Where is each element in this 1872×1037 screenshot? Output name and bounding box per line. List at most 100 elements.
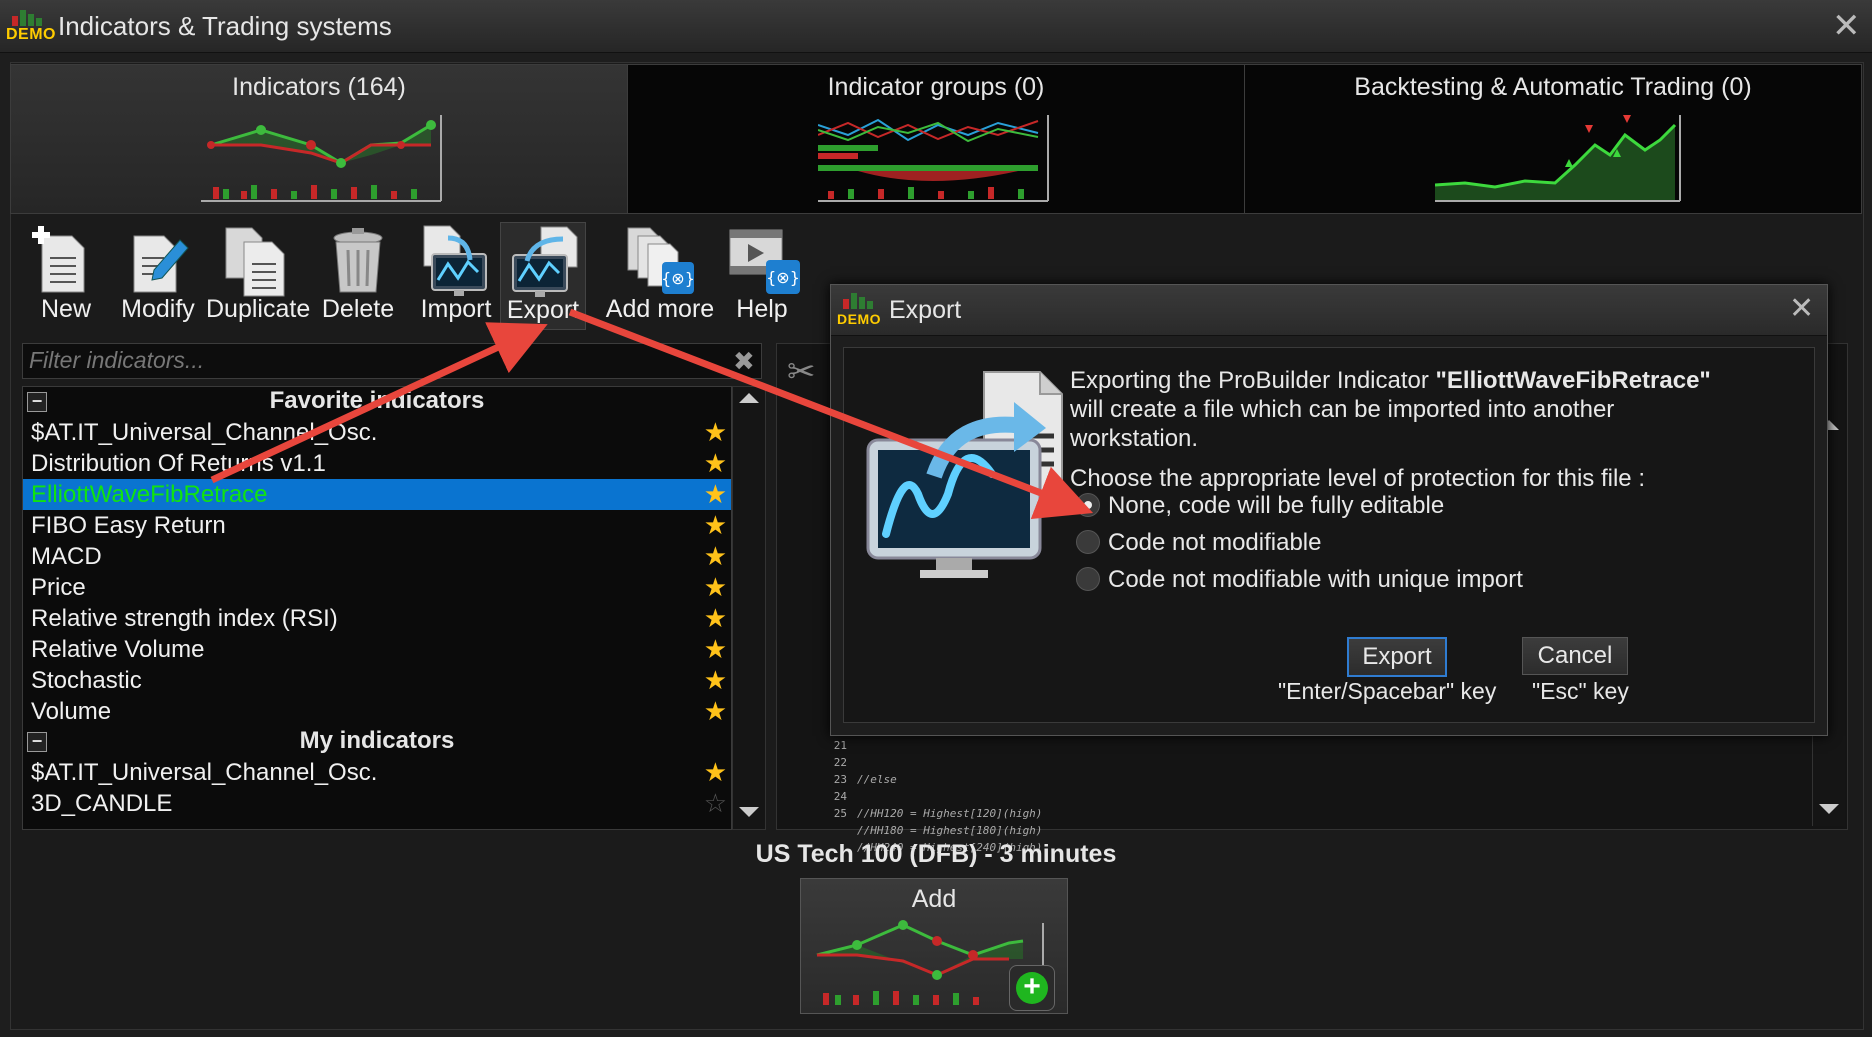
duplicate-button[interactable]: Duplicate <box>206 222 311 328</box>
demo-label: DEMO <box>6 26 56 43</box>
help-button[interactable]: {⊗} Help <box>722 222 802 328</box>
add-more-icon: {⊗} <box>627 227 695 294</box>
scroll-down-icon[interactable] <box>739 807 759 817</box>
radio-icon[interactable] <box>1076 529 1100 554</box>
add-plus-icon[interactable]: + <box>1009 965 1055 1011</box>
star-icon[interactable]: ★ <box>704 698 727 724</box>
filter-input[interactable] <box>23 344 735 376</box>
radio-option-unique-import[interactable]: Code not modifiable with unique import <box>1076 562 1523 598</box>
demo-logo: DEMO <box>6 6 56 51</box>
star-icon[interactable]: ★ <box>704 667 727 693</box>
list-item[interactable]: FIBO Easy Return ★ <box>23 510 731 541</box>
export-key-hint: "Enter/Spacebar" key <box>1278 678 1497 704</box>
trash-icon <box>333 228 383 293</box>
clear-filter-icon[interactable]: ✖ <box>733 346 755 377</box>
favorites-header-label: Favorite indicators <box>269 387 485 414</box>
code-line-number: 23 <box>833 773 847 786</box>
dialog-title: Export <box>889 296 962 324</box>
collapse-icon[interactable]: − <box>27 732 47 752</box>
list-item[interactable]: Relative strength index (RSI) ★ <box>23 603 731 634</box>
svg-text:{⊗}: {⊗} <box>766 268 800 287</box>
list-item[interactable]: $AT.IT_Universal_Channel_Osc. ★ <box>23 417 731 448</box>
cancel-key-hint: "Esc" key <box>1532 678 1629 704</box>
collapse-icon[interactable]: − <box>27 392 47 412</box>
add-indicator-button[interactable]: Add + <box>800 878 1068 1014</box>
close-icon[interactable]: ✕ <box>1832 6 1861 46</box>
radio-option-not-modifiable[interactable]: Code not modifiable <box>1076 525 1321 561</box>
star-icon[interactable]: ★ <box>704 759 727 785</box>
code-line: //HH180 = Highest[180](high) <box>857 824 1043 837</box>
list-item-label: Volume <box>31 698 112 725</box>
star-icon[interactable]: ★ <box>704 574 727 600</box>
delete-button[interactable]: Delete <box>312 222 404 328</box>
tab-indicators-label: Indicators (164) <box>232 73 406 101</box>
import-button-label: Import <box>420 295 492 323</box>
star-icon[interactable]: ★ <box>704 419 727 445</box>
chart-title: US Tech 100 (DFB) - 3 minutes <box>755 840 1117 868</box>
indicator-list: − Favorite indicators $AT.IT_Universal_C… <box>22 386 732 830</box>
export-message: Exporting the ProBuilder Indicator "Elli… <box>1070 366 1800 453</box>
message-line-2: will create a file which can be imported… <box>1070 396 1615 423</box>
message-prefix: Exporting the ProBuilder Indicator <box>1070 367 1436 394</box>
list-item[interactable]: Stochastic ★ <box>23 665 731 696</box>
radio-icon[interactable] <box>1076 566 1100 591</box>
list-item[interactable]: MACD ★ <box>23 541 731 572</box>
duplicate-icon <box>225 227 285 297</box>
new-button[interactable]: New <box>24 222 108 328</box>
radio-selected-icon[interactable] <box>1076 492 1100 517</box>
scroll-up-icon[interactable] <box>739 393 759 403</box>
dialog-close-icon[interactable]: ✕ <box>1789 291 1814 326</box>
tab-indicators[interactable]: Indicators (164) <box>10 64 628 214</box>
tab-backtesting[interactable]: Backtesting & Automatic Trading (0) <box>1244 64 1862 214</box>
code-line-number: 21 <box>833 739 847 752</box>
demo-label: DEMO <box>837 311 881 327</box>
list-item-selected[interactable]: ElliottWaveFibRetrace ★ <box>23 479 731 510</box>
new-document-icon <box>32 226 85 293</box>
export-dialog: DEMO Export ✕ Exporting the ProBuilder I… <box>830 284 1828 736</box>
dialog-export-button[interactable]: Export <box>1347 637 1447 677</box>
dialog-cancel-button[interactable]: Cancel <box>1522 637 1628 675</box>
svg-text:{⊗}: {⊗} <box>661 269 695 288</box>
delete-button-label: Delete <box>321 295 395 323</box>
star-icon[interactable]: ★ <box>704 636 727 662</box>
my-indicators-group-header[interactable]: − My indicators <box>23 727 731 757</box>
add-more-button[interactable]: {⊗} Add more <box>600 222 720 328</box>
indicators-chart-icon <box>201 115 442 202</box>
star-icon[interactable]: ★ <box>704 481 727 507</box>
list-item-label: $AT.IT_Universal_Channel_Osc. <box>31 419 378 446</box>
filter-box: ✖ <box>22 343 762 379</box>
list-item[interactable]: Relative Volume ★ <box>23 634 731 665</box>
message-line-3: workstation. <box>1070 425 1199 452</box>
modify-button[interactable]: Modify <box>112 222 204 328</box>
list-item-label: $AT.IT_Universal_Channel_Osc. <box>31 759 378 786</box>
star-icon[interactable]: ★ <box>704 512 727 538</box>
tab-indicator-groups-label: Indicator groups (0) <box>827 73 1045 101</box>
code-line: //HH120 = Highest[120](high) <box>857 807 1043 820</box>
list-item[interactable]: Distribution Of Returns v1.1 ★ <box>23 448 731 479</box>
help-button-label: Help <box>736 295 788 323</box>
scissors-icon[interactable]: ✂ <box>787 352 816 392</box>
export-button[interactable]: Export <box>500 222 586 330</box>
list-item-label: FIBO Easy Return <box>31 512 226 539</box>
star-outline-icon[interactable]: ☆ <box>704 790 727 816</box>
favorites-group-header[interactable]: − Favorite indicators <box>23 387 731 417</box>
star-icon[interactable]: ★ <box>704 605 727 631</box>
list-item[interactable]: Price ★ <box>23 572 731 603</box>
list-item[interactable]: Volume ★ <box>23 696 731 727</box>
dialog-body: Exporting the ProBuilder Indicator "Elli… <box>843 347 1815 723</box>
export-large-icon <box>866 371 1063 578</box>
import-button[interactable]: Import <box>412 222 500 328</box>
duplicate-button-label: Duplicate <box>206 295 311 323</box>
tab-indicator-groups[interactable]: Indicator groups (0) <box>627 64 1245 214</box>
scroll-down-icon[interactable] <box>1819 804 1839 814</box>
tab-backtesting-label: Backtesting & Automatic Trading (0) <box>1354 73 1752 101</box>
window-title: Indicators & Trading systems <box>58 11 392 41</box>
star-icon[interactable]: ★ <box>704 543 727 569</box>
star-icon[interactable]: ★ <box>704 450 727 476</box>
list-item[interactable]: 3D_CANDLE ☆ <box>23 788 731 819</box>
list-item[interactable]: $AT.IT_Universal_Channel_Osc. ★ <box>23 757 731 788</box>
code-line-number: 24 <box>833 790 847 803</box>
list-scrollbar[interactable] <box>732 386 766 830</box>
indicator-name: "ElliottWaveFibRetrace" <box>1435 367 1711 394</box>
radio-option-none[interactable]: None, code will be fully editable <box>1076 488 1444 524</box>
